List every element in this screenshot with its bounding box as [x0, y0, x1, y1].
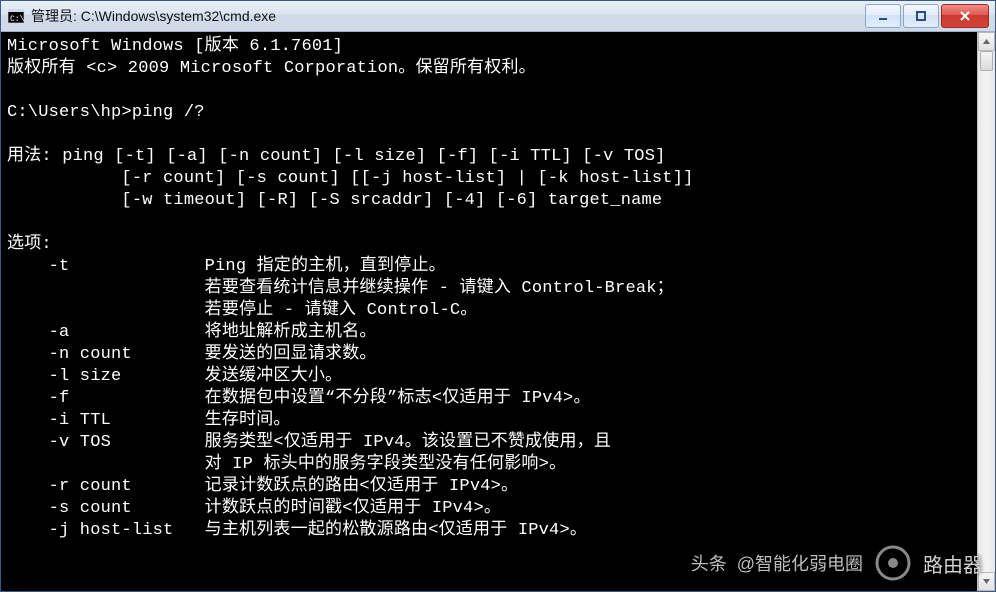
watermark-right-group: 路由器 [873, 543, 983, 583]
watermark-right: 路由器 [923, 549, 983, 578]
scroll-up-button[interactable] [978, 32, 995, 51]
terminal-output[interactable]: Microsoft Windows [版本 6.1.7601] 版权所有 <c>… [1, 32, 977, 591]
window-controls [865, 4, 989, 28]
watermark-mid: @智能化弱电圈 [737, 550, 863, 576]
close-button[interactable] [941, 4, 989, 28]
vertical-scrollbar[interactable] [977, 32, 995, 591]
client-area: Microsoft Windows [版本 6.1.7601] 版权所有 <c>… [1, 32, 995, 591]
scroll-thumb[interactable] [980, 51, 993, 71]
scroll-track[interactable] [978, 51, 995, 572]
watermark: 头条 @智能化弱电圈 路由器 [691, 543, 983, 583]
minimize-button[interactable] [865, 4, 901, 28]
cmd-icon: C:\ [7, 7, 25, 25]
maximize-button[interactable] [903, 4, 939, 28]
watermark-left: 头条 [691, 550, 727, 576]
titlebar[interactable]: C:\ 管理员: C:\Windows\system32\cmd.exe [1, 1, 995, 32]
window-title: 管理员: C:\Windows\system32\cmd.exe [31, 6, 276, 26]
cmd-window: C:\ 管理员: C:\Windows\system32\cmd.exe Mic… [0, 0, 996, 592]
svg-text:C:\: C:\ [10, 15, 24, 23]
watermark-icon [873, 543, 913, 583]
